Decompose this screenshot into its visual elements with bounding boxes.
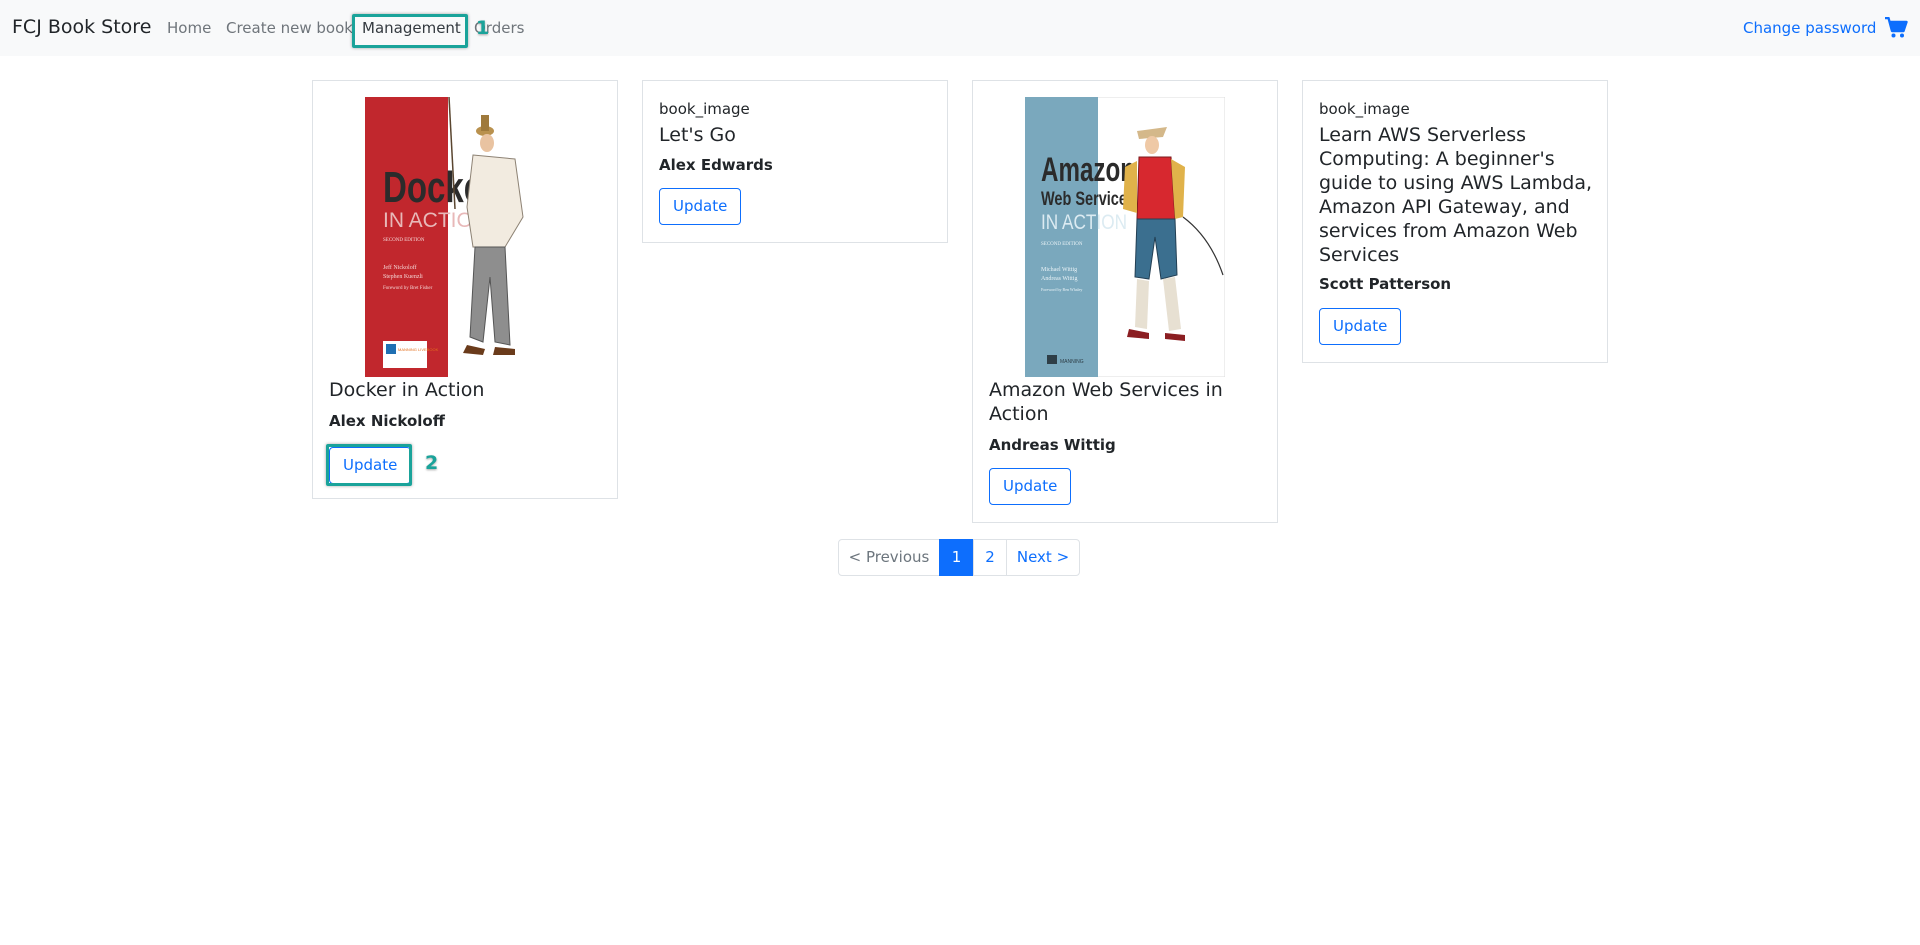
navbar: FCJ Book Store Home Create new book Mana… [0, 0, 1920, 56]
pagination-previous[interactable]: < Previous [838, 539, 940, 576]
book-title-lets-go: Let's Go [659, 124, 736, 146]
brand-logo[interactable]: FCJ Book Store [12, 16, 151, 38]
callout-box-1 [352, 14, 468, 48]
svg-text:MANNING LIVEBOOK: MANNING LIVEBOOK [398, 347, 439, 352]
nav-home[interactable]: Home [167, 19, 211, 37]
update-button-lets-go[interactable]: Update [659, 188, 742, 225]
cover-title-aws: Amazon [1041, 151, 1135, 189]
update-button-aws[interactable]: Update [989, 468, 1072, 505]
change-password-link[interactable]: Change password [1743, 19, 1876, 37]
callout-number-2: 2 [425, 452, 439, 474]
callout-number-1: 1 [476, 17, 490, 39]
pagination-page-1[interactable]: 1 [939, 539, 974, 576]
svg-text:SECOND EDITION: SECOND EDITION [1041, 242, 1083, 247]
svg-text:Foreword by Bret Fisher: Foreword by Bret Fisher [383, 286, 433, 291]
svg-text:IN ACTION: IN ACTION [1041, 211, 1127, 234]
book-card-lets-go: book_image Let's Go Alex Edwards Update [642, 80, 948, 243]
book-cover-aws[interactable]: Amazon Web Services IN ACTION SECOND EDI… [1025, 97, 1225, 377]
nav-create-new-book[interactable]: Create new book [226, 19, 353, 37]
svg-text:Jeff Nickoloff: Jeff Nickoloff [383, 264, 417, 271]
svg-text:Stephen Kuenzli: Stephen Kuenzli [383, 274, 423, 280]
book-cover-docker[interactable]: Docker IN ACTION SECOND EDITION Jeff Nic… [365, 97, 565, 377]
svg-text:Michael Wittig: Michael Wittig [1041, 267, 1077, 273]
book-card-docker: Docker IN ACTION SECOND EDITION Jeff Nic… [312, 80, 618, 499]
broken-image-icon: book_image [659, 100, 750, 118]
pagination-page-2[interactable]: 2 [973, 539, 1007, 576]
book-author-aws-serverless: Scott Patterson [1319, 275, 1452, 293]
book-author-docker: Alex Nickoloff [329, 412, 445, 430]
shopping-cart-icon[interactable] [1884, 17, 1908, 39]
callout-box-2 [326, 444, 412, 486]
book-author-aws: Andreas Wittig [989, 436, 1116, 454]
book-title-aws: Amazon Web Services in Action [989, 379, 1223, 425]
pagination-next[interactable]: Next > [1006, 539, 1080, 576]
book-author-lets-go: Alex Edwards [659, 156, 773, 174]
svg-text:MANNING: MANNING [1060, 359, 1084, 365]
book-title-aws-serverless: Learn AWS Serverless Computing: A beginn… [1319, 124, 1593, 266]
book-card-aws-serverless: book_image Learn AWS Serverless Computin… [1302, 80, 1608, 363]
svg-text:Andreas Wittig: Andreas Wittig [1041, 276, 1077, 282]
broken-image-icon: book_image [1319, 100, 1410, 118]
svg-text:Web Services: Web Services [1041, 189, 1135, 210]
svg-text:Foreword by Ben Whaley: Foreword by Ben Whaley [1041, 287, 1082, 292]
book-title-docker: Docker in Action [329, 379, 485, 401]
svg-text:SECOND EDITION: SECOND EDITION [383, 238, 425, 243]
update-button-aws-serverless[interactable]: Update [1319, 308, 1402, 345]
book-card-aws: Amazon Web Services IN ACTION SECOND EDI… [972, 80, 1278, 523]
